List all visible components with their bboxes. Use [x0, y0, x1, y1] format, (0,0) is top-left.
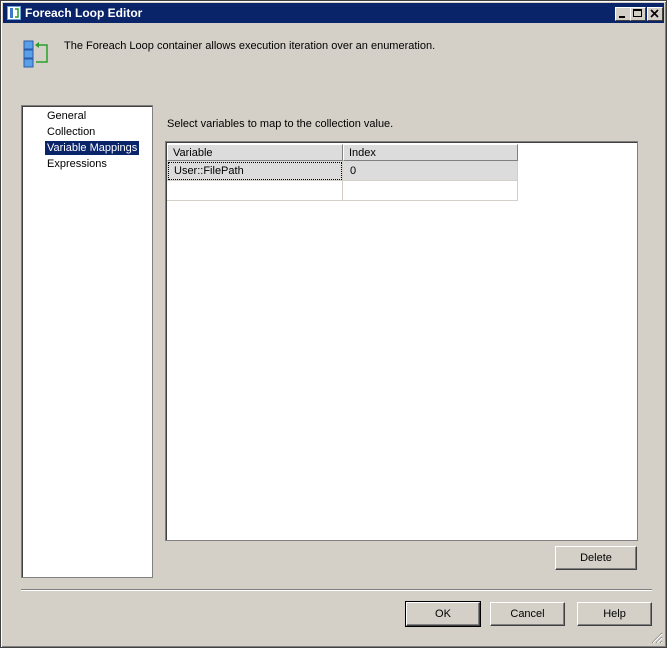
- nav-item-expressions[interactable]: Expressions: [45, 157, 109, 171]
- column-header-variable[interactable]: Variable: [167, 144, 343, 161]
- cancel-button[interactable]: Cancel: [490, 602, 565, 626]
- minimize-icon: [619, 16, 625, 18]
- minimize-button[interactable]: [615, 7, 631, 21]
- maximize-icon: [633, 9, 642, 17]
- page-navigation-list: General Collection Variable Mappings Exp…: [21, 105, 153, 578]
- foreach-loop-editor-window: Foreach Loop Editor The Foreach Loop con…: [0, 0, 667, 648]
- nav-item-collection[interactable]: Collection: [45, 125, 97, 139]
- mappings-instruction: Select variables to map to the collectio…: [167, 118, 394, 130]
- cell-variable-new[interactable]: [167, 181, 343, 201]
- cell-variable[interactable]: User::FilePath: [167, 161, 343, 181]
- description-text: The Foreach Loop container allows execut…: [64, 40, 436, 52]
- help-button[interactable]: Help: [577, 602, 652, 626]
- cell-index-new[interactable]: [343, 181, 518, 201]
- app-icon: [7, 6, 21, 20]
- footer-separator: [21, 589, 652, 591]
- ok-button[interactable]: OK: [405, 601, 481, 627]
- cell-index[interactable]: 0: [343, 161, 518, 181]
- close-icon: [650, 9, 659, 18]
- window-title: Foreach Loop Editor: [25, 6, 143, 20]
- resize-grip-icon[interactable]: [651, 632, 663, 644]
- title-bar[interactable]: Foreach Loop Editor: [3, 3, 664, 23]
- foreach-loop-icon: [23, 39, 51, 69]
- close-button[interactable]: [647, 7, 663, 21]
- column-header-index[interactable]: Index: [343, 144, 518, 161]
- variable-mappings-grid: Variable Index User::FilePath 0: [165, 141, 638, 541]
- delete-button[interactable]: Delete: [555, 546, 637, 570]
- maximize-button[interactable]: [630, 7, 646, 21]
- nav-item-variable-mappings[interactable]: Variable Mappings: [45, 141, 140, 155]
- nav-item-general[interactable]: General: [45, 109, 88, 123]
